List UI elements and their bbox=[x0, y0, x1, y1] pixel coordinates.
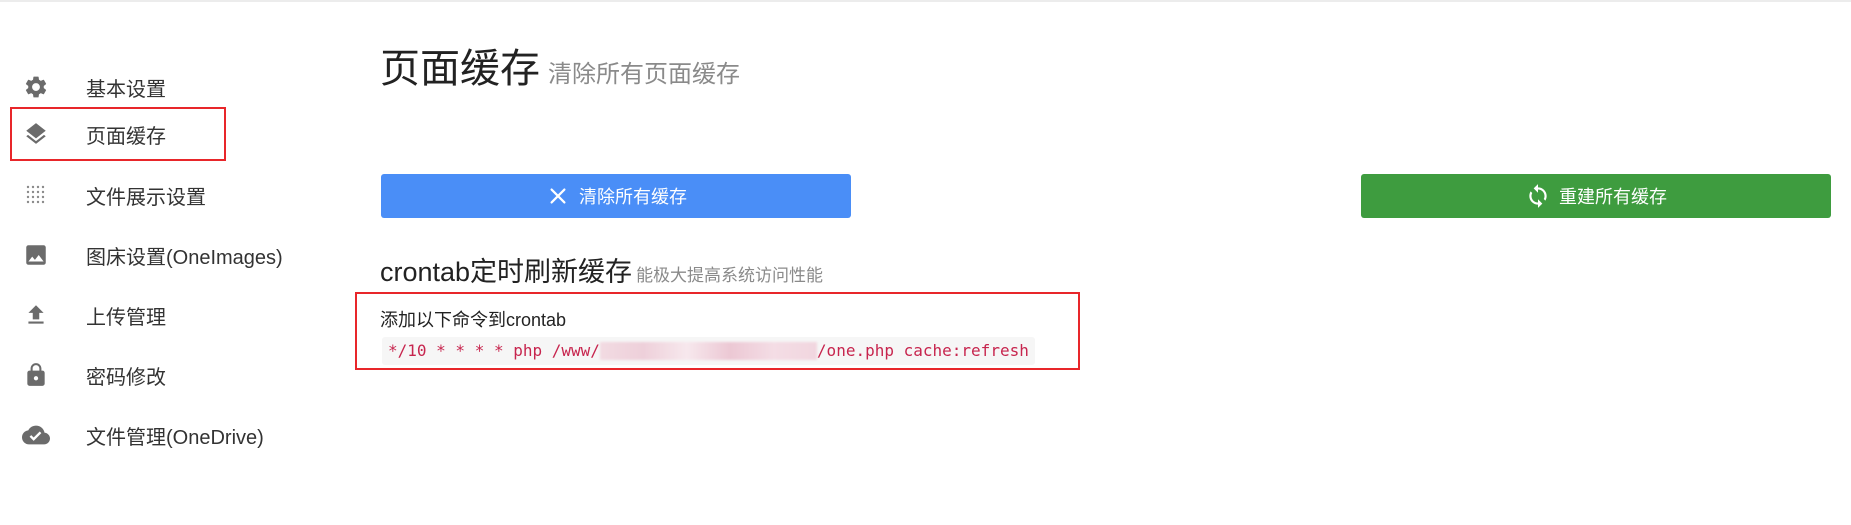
cloud-done-icon bbox=[20, 419, 52, 451]
gear-icon bbox=[20, 71, 52, 103]
crontab-section-title: crontab定时刷新缓存 能极大提高系统访问性能 bbox=[380, 250, 823, 289]
sidebar-item-label: 基本设置 bbox=[86, 78, 166, 101]
sidebar-item-basic-settings[interactable]: 基本设置 bbox=[10, 60, 360, 114]
sidebar-item-file-display-settings[interactable]: 文件展示设置 bbox=[10, 168, 360, 222]
sidebar-item-page-cache[interactable]: 页面缓存 bbox=[10, 107, 360, 161]
sidebar-item-label: 密码修改 bbox=[86, 366, 166, 389]
sidebar-item-password-change[interactable]: 密码修改 bbox=[10, 348, 360, 402]
rebuild-all-cache-label: 重建所有缓存 bbox=[1559, 187, 1667, 207]
clear-all-cache-button[interactable]: 清除所有缓存 bbox=[381, 174, 851, 218]
rebuild-all-cache-button[interactable]: 重建所有缓存 bbox=[1361, 174, 1831, 218]
sidebar-item-label: 文件管理(OneDrive) bbox=[86, 426, 264, 449]
page-subtitle: 清除所有页面缓存 bbox=[548, 61, 740, 88]
page-title: 页面缓存 清除所有页面缓存 bbox=[380, 36, 740, 94]
redacted-path bbox=[599, 342, 817, 360]
image-icon bbox=[20, 239, 52, 271]
crontab-title-text: crontab定时刷新缓存 bbox=[380, 257, 633, 287]
command-prefix: */10 * * * * php /www/ bbox=[388, 341, 600, 360]
refresh-icon bbox=[1525, 183, 1551, 209]
sidebar-item-label: 图床设置(OneImages) bbox=[86, 246, 283, 269]
sidebar-item-label: 文件展示设置 bbox=[86, 186, 206, 209]
sidebar-item-label: 页面缓存 bbox=[86, 125, 166, 148]
close-icon bbox=[545, 183, 571, 209]
clear-all-cache-label: 清除所有缓存 bbox=[579, 187, 687, 207]
sidebar: 基本设置 页面缓存 文件展示设置 图床设置(OneImages) 上传管理 密码… bbox=[0, 0, 360, 525]
crontab-command-code[interactable]: */10 * * * * php /www/ /one.php cache:ref… bbox=[382, 337, 1035, 365]
sidebar-item-image-hosting-settings[interactable]: 图床设置(OneImages) bbox=[10, 228, 360, 282]
lock-icon bbox=[20, 359, 52, 391]
layers-icon bbox=[20, 118, 52, 150]
upload-icon bbox=[20, 299, 52, 331]
sidebar-item-file-management[interactable]: 文件管理(OneDrive) bbox=[10, 408, 360, 462]
sidebar-item-label: 上传管理 bbox=[86, 306, 166, 329]
sidebar-item-upload-management[interactable]: 上传管理 bbox=[10, 288, 360, 342]
page-title-text: 页面缓存 bbox=[380, 47, 540, 91]
command-suffix: /one.php cache:refresh bbox=[816, 341, 1029, 360]
crontab-intro-text: 添加以下命令到crontab bbox=[380, 310, 567, 330]
dot-grid-icon bbox=[20, 179, 52, 211]
crontab-subtitle: 能极大提高系统访问性能 bbox=[636, 266, 824, 285]
